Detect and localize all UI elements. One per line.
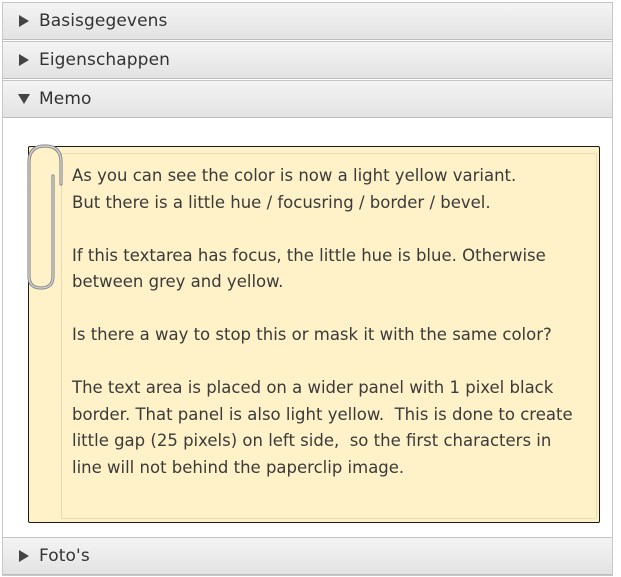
pane-header-memo[interactable]: Memo bbox=[3, 80, 612, 118]
pane-title: Basisgegevens bbox=[39, 11, 168, 31]
pane-header-eigenschappen[interactable]: Eigenschappen bbox=[3, 41, 612, 79]
memo-textarea[interactable]: As you can see the color is now a light … bbox=[61, 153, 597, 519]
triangle-down-icon bbox=[17, 94, 31, 104]
memo-pane-content: As you can see the color is now a light … bbox=[3, 120, 612, 536]
memo-panel: As you can see the color is now a light … bbox=[28, 146, 600, 523]
pane-title: Eigenschappen bbox=[39, 50, 170, 70]
pane-header-basisgegevens[interactable]: Basisgegevens bbox=[3, 2, 612, 40]
triangle-right-icon bbox=[17, 550, 31, 562]
paperclip-icon bbox=[27, 144, 63, 290]
triangle-right-icon bbox=[17, 15, 31, 27]
accordion: Basisgegevens Eigenschappen Memo As you … bbox=[2, 2, 613, 576]
pane-title: Foto's bbox=[39, 546, 90, 566]
triangle-right-icon bbox=[17, 54, 31, 66]
pane-title: Memo bbox=[39, 89, 92, 109]
pane-header-fotos[interactable]: Foto's bbox=[3, 537, 612, 575]
